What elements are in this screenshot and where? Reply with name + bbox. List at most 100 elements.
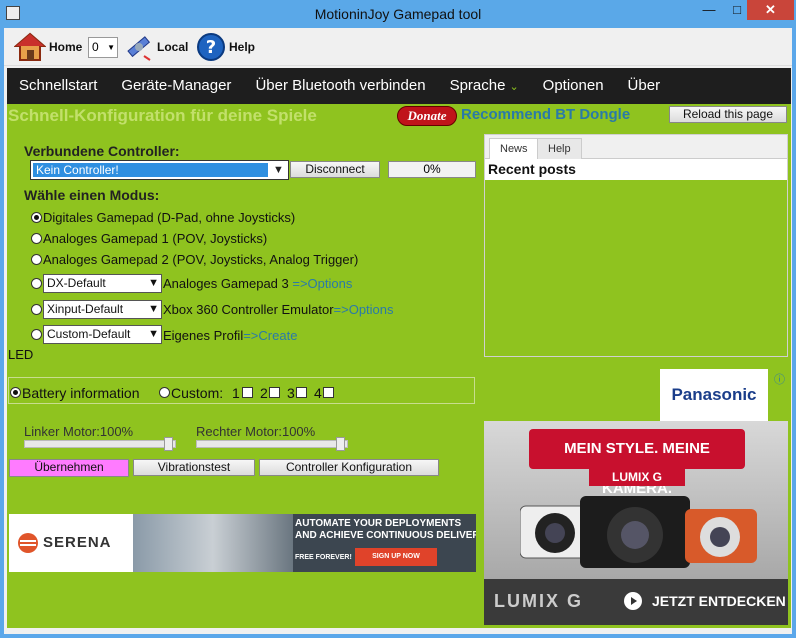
led-2-label: 2 xyxy=(260,385,268,401)
ad-free-text: FREE FOREVER! xyxy=(295,554,352,561)
chevron-down-icon: ▼ xyxy=(107,43,115,52)
led-1-checkbox[interactable] xyxy=(242,387,253,398)
controller-index-combo[interactable]: 0 ▼ xyxy=(88,37,118,58)
menu-item-optionen[interactable]: Optionen xyxy=(531,68,616,104)
home-icon xyxy=(14,32,46,61)
led-3-checkbox[interactable] xyxy=(296,387,307,398)
satellite-icon xyxy=(127,36,151,61)
mode-radio-digital[interactable] xyxy=(31,212,42,223)
main-menu: Schnellstart Geräte-Manager Über Bluetoo… xyxy=(7,68,791,104)
analog3-options-link[interactable]: =>Options xyxy=(292,276,352,291)
analog3-text: Analoges Gamepad 3 xyxy=(163,276,293,291)
window-title: MotioninJoy Gamepad tool xyxy=(314,6,482,22)
home-button[interactable]: Home xyxy=(14,32,82,62)
mode-label-xinput: Xbox 360 Controller Emulator=>Options xyxy=(163,302,394,317)
menu-item-geraete-manager[interactable]: Geräte-Manager xyxy=(109,68,243,104)
client-area: Home 0 ▼ Local ? Help Schnellstart Geräte… xyxy=(4,28,792,634)
apply-button[interactable]: Übernehmen xyxy=(9,459,129,477)
recent-posts-heading: Recent posts xyxy=(485,159,787,180)
mode-label-analog2: Analoges Gamepad 2 (POV, Joysticks, Anal… xyxy=(43,252,359,267)
ad-cta[interactable]: JETZT ENTDECKEN xyxy=(652,593,786,609)
news-tabs: News Help xyxy=(485,135,787,160)
controller-selected: Kein Controller! xyxy=(33,163,268,177)
right-motor-thumb[interactable] xyxy=(336,437,345,451)
custom-create-link[interactable]: =>Create xyxy=(243,328,297,343)
ad-banner[interactable]: SERENA AUTOMATE YOUR DEPLOYMENTS AND ACH… xyxy=(9,514,476,572)
controller-config-button[interactable]: Controller Konfiguration xyxy=(259,459,439,476)
led-label-custom: Custom: xyxy=(171,385,224,401)
right-motor-label: Rechter Motor:100% xyxy=(196,424,316,439)
mode-radio-analog1[interactable] xyxy=(31,233,42,244)
mode-label-analog1: Analoges Gamepad 1 (POV, Joysticks) xyxy=(43,231,268,246)
left-motor-label: Linker Motor:100% xyxy=(24,424,134,439)
mode-radio-analog2[interactable] xyxy=(31,254,42,265)
mode-radio-xinput[interactable] xyxy=(31,304,42,315)
analog3-select-value: DX-Default xyxy=(47,276,106,290)
left-motor-thumb[interactable] xyxy=(164,437,173,451)
camera-ad[interactable]: Panasonic ⓘ MEIN STYLE. MEINE KAMERA. LU… xyxy=(484,369,788,625)
ad-lumix-tag: LUMIX G xyxy=(589,469,685,486)
led-4-checkbox[interactable] xyxy=(323,387,334,398)
ad-signup-button[interactable]: SIGN UP NOW xyxy=(355,548,437,566)
led-radio-battery[interactable] xyxy=(10,387,21,398)
progress-bar: 0% xyxy=(388,161,476,178)
tab-help[interactable]: Help xyxy=(537,138,582,159)
chevron-down-icon: ⌄ xyxy=(509,81,519,93)
close-button[interactable]: ✕ xyxy=(747,0,794,20)
menu-item-ueber[interactable]: Über xyxy=(616,68,673,104)
mode-radio-analog3[interactable] xyxy=(31,278,42,289)
xinput-select-value: Xinput-Default xyxy=(47,302,124,316)
ad-brand-name: SERENA xyxy=(43,534,112,551)
home-label: Home xyxy=(49,40,83,54)
config-panel: Verbundene Controller: Kein Controller! ▼… xyxy=(7,128,481,628)
custom-text: Eigenes Profil xyxy=(163,328,244,343)
local-button[interactable]: Local xyxy=(124,32,188,62)
app-window: MotioninJoy Gamepad tool — □ ✕ Home 0 ▼ L… xyxy=(0,0,796,638)
custom-profile-select[interactable]: Custom-Default ▼ xyxy=(43,325,162,344)
ad-line2: AND ACHIEVE CONTINUOUS DELIVERY xyxy=(295,530,476,541)
modes-label: Wähle einen Modus: xyxy=(24,187,160,203)
ad-text-area: AUTOMATE YOUR DEPLOYMENTS AND ACHIEVE CO… xyxy=(293,514,476,572)
page-title: Schnell-Konfiguration für deine Spiele xyxy=(8,106,317,125)
ad-photo xyxy=(133,514,293,572)
right-motor-slider[interactable] xyxy=(196,437,348,451)
led-group: Battery information Custom: 1 2 3 4 xyxy=(8,377,475,404)
left-motor-slider[interactable] xyxy=(24,437,176,451)
minimize-button[interactable]: — xyxy=(694,0,724,20)
led-2-checkbox[interactable] xyxy=(269,387,280,398)
menu-item-sprache[interactable]: Sprache ⌄ xyxy=(438,68,531,104)
combo-value: 0 xyxy=(92,40,99,54)
mode-radio-custom[interactable] xyxy=(31,329,42,340)
analog3-profile-select[interactable]: DX-Default ▼ xyxy=(43,274,162,293)
xinput-options-link[interactable]: =>Options xyxy=(334,302,394,317)
reload-button[interactable]: Reload this page xyxy=(669,106,787,123)
donate-button[interactable]: Donate xyxy=(397,106,457,126)
local-label: Local xyxy=(157,40,189,54)
tab-news[interactable]: News xyxy=(489,138,539,160)
play-icon xyxy=(624,592,642,610)
ad-footer: LUMIX G JETZT ENTDECKEN xyxy=(484,579,788,625)
mode-label-digital: Digitales Gamepad (D-Pad, ohne Joysticks… xyxy=(43,210,296,225)
help-button[interactable]: ? Help xyxy=(196,32,255,62)
controller-select[interactable]: Kein Controller! ▼ xyxy=(30,160,289,180)
help-icon: ? xyxy=(197,33,225,61)
led-radio-custom[interactable] xyxy=(159,387,170,398)
recommend-bt-dongle-link[interactable]: Recommend BT Dongle xyxy=(461,106,630,123)
serena-logo-icon xyxy=(18,533,38,553)
xinput-text: Xbox 360 Controller Emulator xyxy=(163,302,334,317)
vibration-test-button[interactable]: Vibrationstest xyxy=(133,459,255,476)
ad-info-icon[interactable]: ⓘ xyxy=(774,371,785,387)
led-4-label: 4 xyxy=(314,385,322,401)
menu-item-bluetooth[interactable]: Über Bluetooth verbinden xyxy=(243,68,437,104)
ad-panasonic-logo: Panasonic xyxy=(660,369,768,421)
menu-item-schnellstart[interactable]: Schnellstart xyxy=(7,68,109,104)
disconnect-button[interactable]: Disconnect xyxy=(290,161,380,178)
svg-text:?: ? xyxy=(206,37,216,58)
chevron-down-icon: ▼ xyxy=(273,164,284,176)
news-panel: News Help Recent posts xyxy=(484,134,788,357)
title-bar: MotioninJoy Gamepad tool — □ ✕ xyxy=(0,0,796,28)
custom-select-value: Custom-Default xyxy=(47,327,131,341)
mode-label-custom: Eigenes Profil=>Create xyxy=(163,328,297,343)
ad-footer-lumix: LUMIX G xyxy=(494,591,583,611)
xinput-profile-select[interactable]: Xinput-Default ▼ xyxy=(43,300,162,319)
